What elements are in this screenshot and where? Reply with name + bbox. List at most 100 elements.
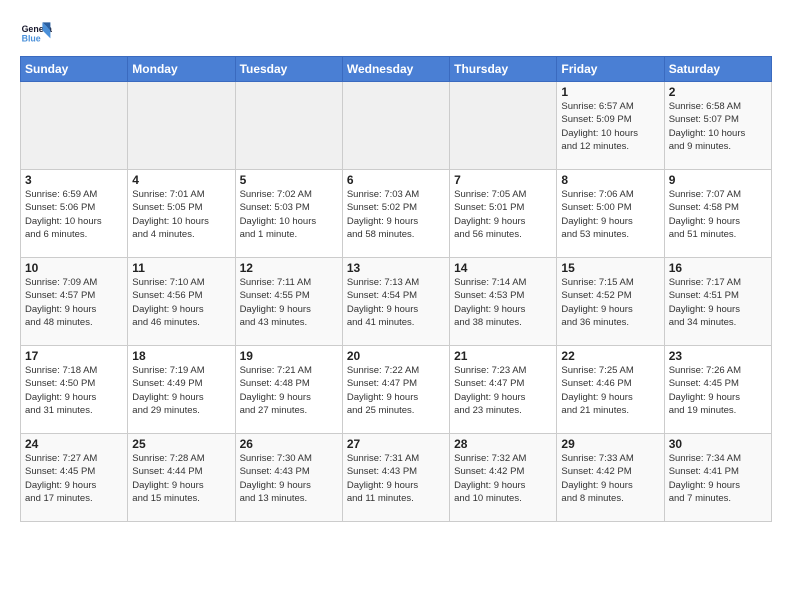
- day-info: Sunrise: 7:28 AM Sunset: 4:44 PM Dayligh…: [132, 452, 230, 505]
- calendar-cell: 2Sunrise: 6:58 AM Sunset: 5:07 PM Daylig…: [664, 82, 771, 170]
- day-number: 11: [132, 261, 230, 275]
- day-info: Sunrise: 7:06 AM Sunset: 5:00 PM Dayligh…: [561, 188, 659, 241]
- day-number: 4: [132, 173, 230, 187]
- day-number: 7: [454, 173, 552, 187]
- weekday-header-sunday: Sunday: [21, 57, 128, 82]
- day-info: Sunrise: 6:58 AM Sunset: 5:07 PM Dayligh…: [669, 100, 767, 153]
- day-number: 28: [454, 437, 552, 451]
- calendar-cell: 3Sunrise: 6:59 AM Sunset: 5:06 PM Daylig…: [21, 170, 128, 258]
- day-number: 23: [669, 349, 767, 363]
- day-info: Sunrise: 7:02 AM Sunset: 5:03 PM Dayligh…: [240, 188, 338, 241]
- calendar-cell: 23Sunrise: 7:26 AM Sunset: 4:45 PM Dayli…: [664, 346, 771, 434]
- header: General Blue: [20, 16, 772, 48]
- weekday-header-row: SundayMondayTuesdayWednesdayThursdayFrid…: [21, 57, 772, 82]
- calendar-cell: 8Sunrise: 7:06 AM Sunset: 5:00 PM Daylig…: [557, 170, 664, 258]
- calendar-week-3: 17Sunrise: 7:18 AM Sunset: 4:50 PM Dayli…: [21, 346, 772, 434]
- day-number: 12: [240, 261, 338, 275]
- calendar-cell: 4Sunrise: 7:01 AM Sunset: 5:05 PM Daylig…: [128, 170, 235, 258]
- weekday-header-wednesday: Wednesday: [342, 57, 449, 82]
- day-info: Sunrise: 7:30 AM Sunset: 4:43 PM Dayligh…: [240, 452, 338, 505]
- day-number: 3: [25, 173, 123, 187]
- day-info: Sunrise: 7:34 AM Sunset: 4:41 PM Dayligh…: [669, 452, 767, 505]
- calendar-cell: 21Sunrise: 7:23 AM Sunset: 4:47 PM Dayli…: [450, 346, 557, 434]
- calendar-cell: 6Sunrise: 7:03 AM Sunset: 5:02 PM Daylig…: [342, 170, 449, 258]
- day-number: 27: [347, 437, 445, 451]
- day-number: 26: [240, 437, 338, 451]
- day-number: 13: [347, 261, 445, 275]
- calendar-cell: 16Sunrise: 7:17 AM Sunset: 4:51 PM Dayli…: [664, 258, 771, 346]
- calendar-cell: 15Sunrise: 7:15 AM Sunset: 4:52 PM Dayli…: [557, 258, 664, 346]
- day-number: 24: [25, 437, 123, 451]
- day-number: 29: [561, 437, 659, 451]
- page-container: General Blue SundayMondayTuesdayWednesda…: [0, 0, 792, 532]
- day-info: Sunrise: 7:32 AM Sunset: 4:42 PM Dayligh…: [454, 452, 552, 505]
- calendar-cell: 28Sunrise: 7:32 AM Sunset: 4:42 PM Dayli…: [450, 434, 557, 522]
- day-info: Sunrise: 7:18 AM Sunset: 4:50 PM Dayligh…: [25, 364, 123, 417]
- day-info: Sunrise: 7:19 AM Sunset: 4:49 PM Dayligh…: [132, 364, 230, 417]
- calendar-cell: 5Sunrise: 7:02 AM Sunset: 5:03 PM Daylig…: [235, 170, 342, 258]
- day-info: Sunrise: 7:09 AM Sunset: 4:57 PM Dayligh…: [25, 276, 123, 329]
- day-number: 9: [669, 173, 767, 187]
- calendar-body: 1Sunrise: 6:57 AM Sunset: 5:09 PM Daylig…: [21, 82, 772, 522]
- day-info: Sunrise: 6:59 AM Sunset: 5:06 PM Dayligh…: [25, 188, 123, 241]
- calendar-cell: 20Sunrise: 7:22 AM Sunset: 4:47 PM Dayli…: [342, 346, 449, 434]
- calendar-cell: 10Sunrise: 7:09 AM Sunset: 4:57 PM Dayli…: [21, 258, 128, 346]
- day-info: Sunrise: 7:17 AM Sunset: 4:51 PM Dayligh…: [669, 276, 767, 329]
- calendar-cell: [235, 82, 342, 170]
- day-info: Sunrise: 6:57 AM Sunset: 5:09 PM Dayligh…: [561, 100, 659, 153]
- calendar-cell: 18Sunrise: 7:19 AM Sunset: 4:49 PM Dayli…: [128, 346, 235, 434]
- day-number: 2: [669, 85, 767, 99]
- calendar-cell: [342, 82, 449, 170]
- calendar-cell: 14Sunrise: 7:14 AM Sunset: 4:53 PM Dayli…: [450, 258, 557, 346]
- day-info: Sunrise: 7:21 AM Sunset: 4:48 PM Dayligh…: [240, 364, 338, 417]
- calendar-cell: 24Sunrise: 7:27 AM Sunset: 4:45 PM Dayli…: [21, 434, 128, 522]
- day-info: Sunrise: 7:03 AM Sunset: 5:02 PM Dayligh…: [347, 188, 445, 241]
- day-number: 10: [25, 261, 123, 275]
- weekday-header-saturday: Saturday: [664, 57, 771, 82]
- day-info: Sunrise: 7:05 AM Sunset: 5:01 PM Dayligh…: [454, 188, 552, 241]
- calendar-cell: 11Sunrise: 7:10 AM Sunset: 4:56 PM Dayli…: [128, 258, 235, 346]
- day-number: 21: [454, 349, 552, 363]
- day-number: 30: [669, 437, 767, 451]
- logo-icon: General Blue: [20, 16, 52, 48]
- day-info: Sunrise: 7:33 AM Sunset: 4:42 PM Dayligh…: [561, 452, 659, 505]
- svg-text:Blue: Blue: [22, 34, 41, 44]
- day-number: 14: [454, 261, 552, 275]
- weekday-header-thursday: Thursday: [450, 57, 557, 82]
- weekday-header-tuesday: Tuesday: [235, 57, 342, 82]
- day-info: Sunrise: 7:26 AM Sunset: 4:45 PM Dayligh…: [669, 364, 767, 417]
- calendar-cell: 9Sunrise: 7:07 AM Sunset: 4:58 PM Daylig…: [664, 170, 771, 258]
- day-info: Sunrise: 7:27 AM Sunset: 4:45 PM Dayligh…: [25, 452, 123, 505]
- calendar-cell: 22Sunrise: 7:25 AM Sunset: 4:46 PM Dayli…: [557, 346, 664, 434]
- calendar-cell: 27Sunrise: 7:31 AM Sunset: 4:43 PM Dayli…: [342, 434, 449, 522]
- day-info: Sunrise: 7:14 AM Sunset: 4:53 PM Dayligh…: [454, 276, 552, 329]
- day-number: 1: [561, 85, 659, 99]
- day-info: Sunrise: 7:22 AM Sunset: 4:47 PM Dayligh…: [347, 364, 445, 417]
- day-info: Sunrise: 7:23 AM Sunset: 4:47 PM Dayligh…: [454, 364, 552, 417]
- calendar-header: SundayMondayTuesdayWednesdayThursdayFrid…: [21, 57, 772, 82]
- day-number: 20: [347, 349, 445, 363]
- calendar-cell: [128, 82, 235, 170]
- calendar-cell: 17Sunrise: 7:18 AM Sunset: 4:50 PM Dayli…: [21, 346, 128, 434]
- logo: General Blue: [20, 16, 52, 48]
- day-number: 6: [347, 173, 445, 187]
- day-number: 25: [132, 437, 230, 451]
- day-info: Sunrise: 7:15 AM Sunset: 4:52 PM Dayligh…: [561, 276, 659, 329]
- calendar-cell: 1Sunrise: 6:57 AM Sunset: 5:09 PM Daylig…: [557, 82, 664, 170]
- calendar-cell: 13Sunrise: 7:13 AM Sunset: 4:54 PM Dayli…: [342, 258, 449, 346]
- day-number: 17: [25, 349, 123, 363]
- day-info: Sunrise: 7:01 AM Sunset: 5:05 PM Dayligh…: [132, 188, 230, 241]
- day-info: Sunrise: 7:11 AM Sunset: 4:55 PM Dayligh…: [240, 276, 338, 329]
- calendar-cell: 25Sunrise: 7:28 AM Sunset: 4:44 PM Dayli…: [128, 434, 235, 522]
- day-number: 18: [132, 349, 230, 363]
- calendar-week-4: 24Sunrise: 7:27 AM Sunset: 4:45 PM Dayli…: [21, 434, 772, 522]
- day-number: 16: [669, 261, 767, 275]
- calendar-week-0: 1Sunrise: 6:57 AM Sunset: 5:09 PM Daylig…: [21, 82, 772, 170]
- day-info: Sunrise: 7:25 AM Sunset: 4:46 PM Dayligh…: [561, 364, 659, 417]
- day-info: Sunrise: 7:13 AM Sunset: 4:54 PM Dayligh…: [347, 276, 445, 329]
- calendar-cell: 29Sunrise: 7:33 AM Sunset: 4:42 PM Dayli…: [557, 434, 664, 522]
- calendar-cell: [450, 82, 557, 170]
- calendar-week-2: 10Sunrise: 7:09 AM Sunset: 4:57 PM Dayli…: [21, 258, 772, 346]
- day-info: Sunrise: 7:07 AM Sunset: 4:58 PM Dayligh…: [669, 188, 767, 241]
- calendar-cell: [21, 82, 128, 170]
